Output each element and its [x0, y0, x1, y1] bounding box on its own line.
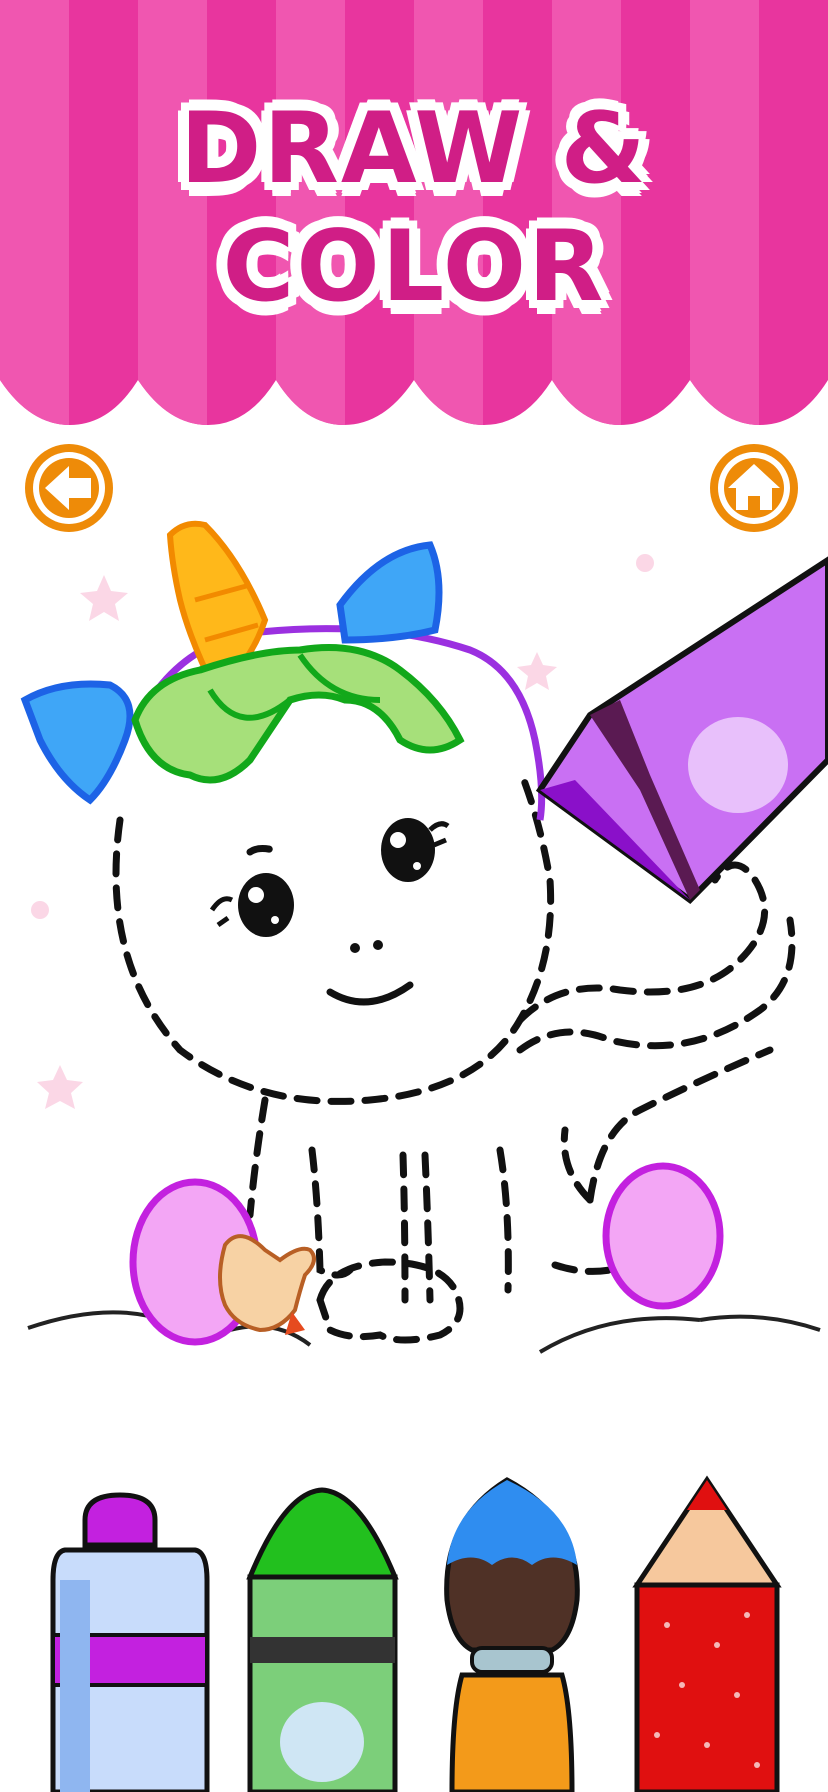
glitter-pencil-tool[interactable]	[627, 1475, 787, 1792]
marker-tool[interactable]	[45, 1490, 215, 1792]
unicorn-mane	[131, 644, 465, 784]
marker-icon	[50, 1492, 210, 1792]
crayon-tool[interactable]	[240, 1482, 405, 1792]
crayon-icon	[246, 1487, 399, 1792]
coloring-screen: DRAW & COLOR	[0, 0, 828, 1792]
drawing-canvas[interactable]	[0, 0, 828, 1420]
pencil-icon	[632, 1475, 782, 1792]
unicorn-face	[209, 818, 450, 1006]
purple-crayon-drawing	[535, 556, 828, 904]
paintbrush-icon	[444, 1477, 580, 1792]
paintbrush-tool[interactable]	[432, 1470, 597, 1792]
